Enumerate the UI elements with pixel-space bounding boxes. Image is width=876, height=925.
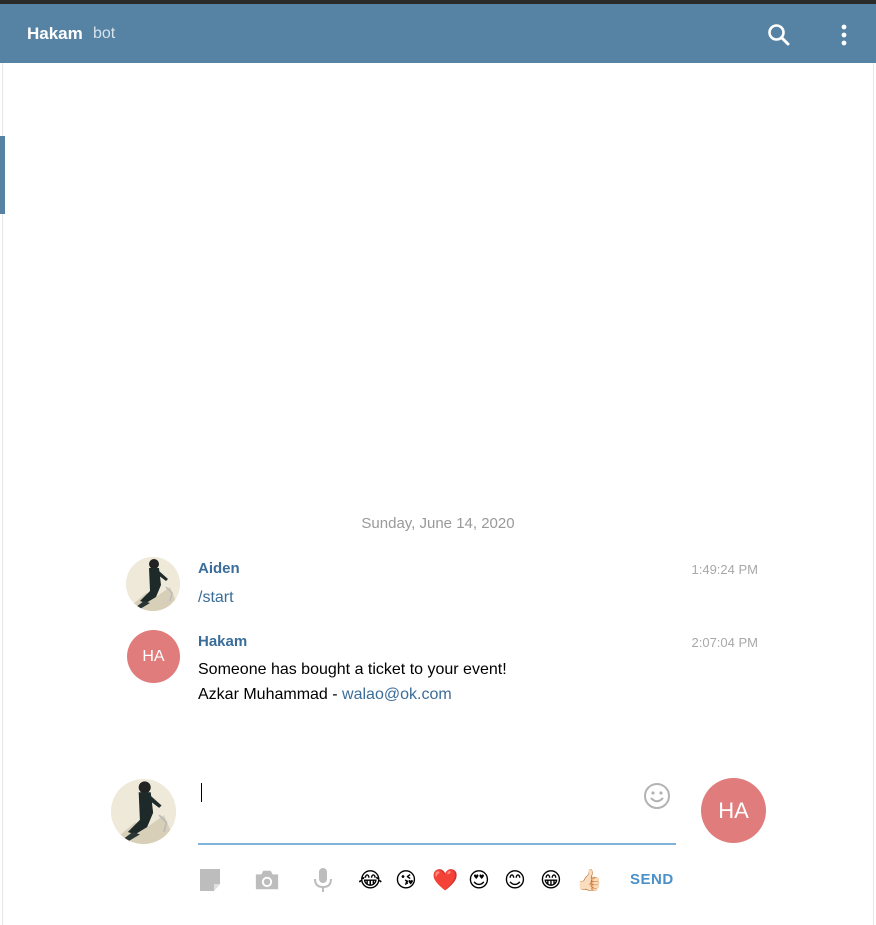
document-icon[interactable] xyxy=(197,866,223,894)
chat-title[interactable]: Hakam xyxy=(27,24,83,44)
emoji-blush[interactable]: 😊 xyxy=(504,866,526,894)
panel-right-border xyxy=(873,63,874,925)
emoji-heart-eyes[interactable]: 😍 xyxy=(468,866,490,894)
bot-command-link[interactable]: /start xyxy=(198,589,234,606)
camera-icon[interactable] xyxy=(254,866,280,894)
search-icon[interactable] xyxy=(766,22,792,48)
emoji-heart[interactable]: ❤️ xyxy=(432,866,458,894)
my-avatar[interactable]: HA xyxy=(701,778,766,843)
message-author[interactable]: Aiden xyxy=(198,560,240,577)
text-caret xyxy=(201,783,202,802)
message-item: HA Hakam 2:07:04 PM Someone has bought a… xyxy=(126,630,766,713)
message-line: Someone has bought a ticket to your even… xyxy=(198,661,507,678)
emoji-joy[interactable]: 😂 xyxy=(358,866,383,894)
smiley-icon[interactable] xyxy=(643,782,671,810)
peer-avatar[interactable] xyxy=(111,779,176,844)
message-item: Aiden 1:49:24 PM /start xyxy=(126,557,766,612)
chat-subtitle: bot xyxy=(93,25,116,42)
message-time: 2:07:04 PM xyxy=(691,635,759,650)
more-vertical-icon[interactable] xyxy=(834,22,854,48)
message-author[interactable]: Hakam xyxy=(198,633,247,650)
avatar[interactable]: HA xyxy=(127,630,180,683)
message-line: Azkar Muhammad - walao@ok.com xyxy=(198,682,507,707)
chat-header: Hakam bot xyxy=(0,4,876,63)
avatar[interactable] xyxy=(126,557,180,611)
sidebar-scroll-indicator[interactable] xyxy=(0,136,5,214)
message-text: Someone has bought a ticket to your even… xyxy=(198,657,507,707)
message-text: /start xyxy=(198,585,234,610)
emoji-kiss[interactable]: 😘 xyxy=(395,866,417,894)
emoji-grin[interactable]: 😁 xyxy=(540,866,562,894)
email-link[interactable]: walao@ok.com xyxy=(342,686,452,703)
send-button[interactable]: SEND xyxy=(630,871,674,888)
message-time: 1:49:24 PM xyxy=(691,562,759,577)
microphone-icon[interactable] xyxy=(310,866,336,894)
emoji-thumbs-up[interactable]: 👍🏻 xyxy=(576,866,602,894)
message-line-text: Azkar Muhammad - xyxy=(198,686,343,703)
date-separator: Sunday, June 14, 2020 xyxy=(361,515,515,532)
message-input[interactable] xyxy=(198,775,676,845)
